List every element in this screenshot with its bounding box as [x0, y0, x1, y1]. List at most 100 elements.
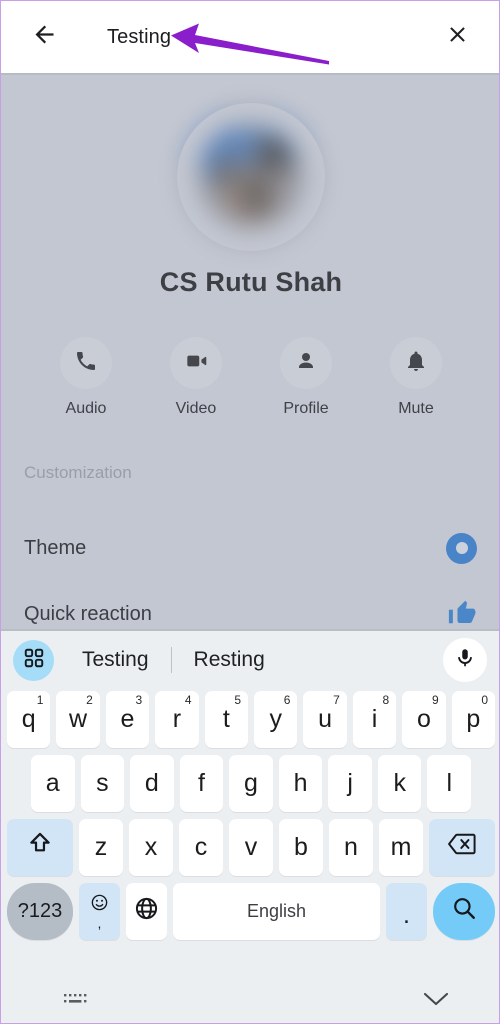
person-icon [294, 349, 318, 378]
action-profile[interactable]: Profile [263, 337, 349, 418]
key-o[interactable]: o9 [402, 691, 446, 748]
key-t-label: t [222, 705, 230, 733]
emoji-smiley-icon [90, 893, 109, 915]
key-u[interactable]: u7 [303, 691, 347, 748]
key-h[interactable]: h [278, 755, 323, 812]
language-key[interactable] [126, 883, 167, 940]
space-key[interactable]: English [173, 883, 380, 940]
key-j[interactable]: j [328, 755, 372, 812]
settings-row-quick-reaction-label: Quick reaction [24, 602, 152, 625]
key-e-label: e [120, 705, 135, 733]
action-audio-label: Audio [65, 400, 107, 417]
hide-keyboard-button[interactable] [423, 991, 449, 1012]
voice-input-button[interactable] [443, 638, 487, 682]
shift-key[interactable] [7, 819, 73, 876]
globe-language-icon [134, 896, 159, 928]
key-o-label: o [416, 705, 431, 733]
key-p-label: p [466, 705, 481, 733]
key-e-num: 3 [135, 693, 143, 707]
key-r[interactable]: r4 [155, 691, 199, 748]
backspace-key[interactable] [429, 819, 495, 876]
key-z[interactable]: z [79, 819, 123, 876]
settings-row-theme-label: Theme [24, 536, 87, 559]
search-icon [451, 895, 477, 928]
key-u-num: 7 [333, 693, 340, 707]
page-title: CS Rutu Shah [159, 267, 343, 297]
key-w-num: 2 [86, 693, 93, 707]
keyboard-row-2: a s d f g h j k l [1, 755, 499, 812]
key-g[interactable]: g [229, 755, 273, 812]
key-r-label: r [172, 705, 182, 733]
close-icon [445, 22, 470, 52]
app-bar-divider [1, 73, 499, 75]
microphone-icon [454, 647, 476, 674]
key-y-label: y [269, 705, 282, 733]
emoji-key[interactable]: , [79, 883, 120, 940]
key-y-num: 6 [283, 693, 291, 707]
key-c[interactable]: c [179, 819, 223, 876]
key-i[interactable]: i8 [352, 691, 397, 748]
key-r-num: 4 [184, 693, 192, 707]
search-app-bar: Testing [1, 1, 499, 73]
key-m[interactable]: m [379, 819, 423, 876]
apps-grid-button[interactable] [13, 639, 54, 681]
bell-icon [404, 349, 428, 378]
key-w[interactable]: w2 [56, 691, 100, 748]
suggestion-item[interactable]: Testing [76, 648, 171, 672]
action-video-label: Video [175, 400, 217, 417]
key-v[interactable]: v [229, 819, 273, 876]
phone-screen: Testing CS Rutu Shah Audio Video Profile… [0, 0, 500, 1024]
period-key[interactable]: . [386, 883, 427, 940]
key-p[interactable]: p0 [451, 691, 496, 748]
chat-details-panel: CS Rutu Shah Audio Video Profile Mute Cu… [1, 75, 499, 631]
suggestion-item[interactable]: Resting [172, 648, 287, 672]
key-q-num: 1 [36, 693, 44, 707]
clear-search-button[interactable] [435, 15, 479, 59]
action-video-circle [170, 337, 222, 389]
back-button[interactable] [21, 14, 67, 60]
arrow-left-icon [31, 21, 58, 53]
keyboard-row-4: ?123 , English . [1, 883, 499, 940]
keyboard-row-1: q1 w2 e3 r4 t5 y6 u7 i8 o9 p0 [1, 691, 499, 748]
action-buttons-row: Audio Video Profile Mute [1, 337, 499, 418]
key-w-label: w [69, 705, 88, 733]
key-t-num: 5 [234, 693, 241, 707]
phone-icon [74, 349, 98, 378]
on-screen-keyboard: Testing Resting q1 w2 e3 r4 t 5 y 6 u 7 … [1, 629, 499, 1023]
system-navigation-bar [1, 979, 499, 1023]
video-camera-icon [183, 348, 209, 379]
key-a[interactable]: a [30, 755, 75, 812]
key-k[interactable]: k [377, 755, 422, 812]
key-x[interactable]: x [129, 819, 173, 876]
search-submit-key[interactable] [433, 883, 495, 940]
key-b[interactable]: b [279, 819, 323, 876]
symbols-key[interactable]: ?123 [7, 883, 73, 940]
key-q[interactable]: q1 [6, 691, 51, 748]
action-mute[interactable]: Mute [373, 337, 459, 418]
key-f[interactable]: f [179, 755, 224, 812]
chevron-down-icon [423, 991, 449, 1012]
keyboard-switch-button[interactable] [63, 991, 91, 1012]
key-e[interactable]: e3 [105, 691, 150, 748]
key-n[interactable]: n [329, 819, 373, 876]
shift-up-icon [26, 830, 54, 865]
key-q-label: q [21, 705, 36, 733]
key-y[interactable]: y6 [254, 691, 298, 748]
settings-row-theme[interactable]: Theme [1, 515, 499, 581]
search-input[interactable]: Testing [107, 26, 435, 49]
apps-grid-icon [23, 647, 45, 674]
key-i-label: i [371, 705, 378, 733]
keyboard-rows: q1 w2 e3 r4 t5 y6 u7 i8 o9 p0 a s d f g … [1, 691, 499, 940]
key-i-num: 8 [382, 693, 390, 707]
action-mute-circle [390, 337, 442, 389]
keyboard-row-3: z x c v b n m [1, 819, 499, 876]
key-t[interactable]: t5 [204, 691, 248, 748]
suggestion-list: Testing Resting [76, 647, 443, 673]
action-video[interactable]: Video [153, 337, 239, 418]
action-audio[interactable]: Audio [43, 337, 129, 418]
key-d[interactable]: d [130, 755, 174, 812]
key-s[interactable]: s [80, 755, 125, 812]
key-l[interactable]: l [427, 755, 472, 812]
avatar[interactable] [183, 109, 319, 245]
settings-row-quick-reaction[interactable]: Quick reaction [1, 581, 499, 631]
